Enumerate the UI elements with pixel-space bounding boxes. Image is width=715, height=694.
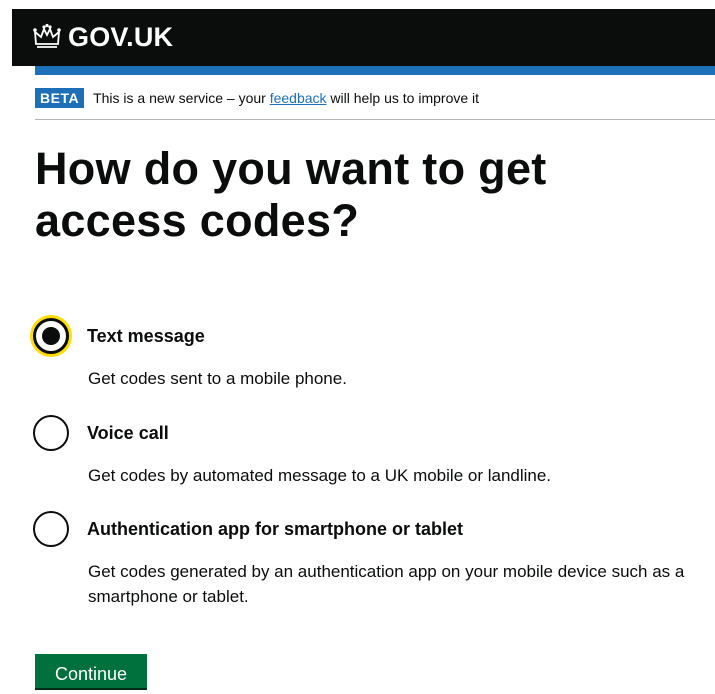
radio-input-text-message[interactable] <box>33 318 69 354</box>
radio-option-voice-call[interactable]: Voice call Get codes by automated messag… <box>33 415 703 488</box>
govuk-logo-link[interactable]: GOV.UK <box>32 21 173 53</box>
page-title: How do you want to get access codes? <box>35 143 547 246</box>
radio-selected-dot <box>42 327 60 345</box>
radio-input-voice-call[interactable] <box>33 415 69 451</box>
radio-row: Text message <box>33 318 703 354</box>
radio-label-voice-call[interactable]: Voice call <box>87 423 169 444</box>
radio-hint-authentication-app: Get codes generated by an authentication… <box>88 562 685 606</box>
radio-hint-text-message: Get codes sent to a mobile phone. <box>88 369 347 388</box>
header-blue-bar <box>35 66 715 75</box>
site-header: GOV.UK <box>12 9 715 66</box>
radio-hint-voice-call: Get codes by automated message to a UK m… <box>88 466 552 485</box>
logo-text: GOV.UK <box>68 22 174 52</box>
feedback-link[interactable]: feedback <box>270 90 327 106</box>
banner-text-after: will help us to improve it <box>330 90 480 106</box>
radio-row: Voice call <box>33 415 703 451</box>
continue-button[interactable]: Continue <box>35 654 147 688</box>
crown-icon <box>33 23 61 48</box>
radio-label-authentication-app[interactable]: Authentication app for smartphone or tab… <box>87 519 463 540</box>
banner-divider <box>35 119 715 120</box>
beta-tag: BETA <box>35 88 85 108</box>
radio-label-text-message[interactable]: Text message <box>87 326 205 347</box>
radio-option-authentication-app[interactable]: Authentication app for smartphone or tab… <box>33 511 703 609</box>
radio-option-text-message[interactable]: Text message Get codes sent to a mobile … <box>33 318 703 391</box>
phase-banner: BETA This is a new service – your feedba… <box>35 88 479 108</box>
radio-input-authentication-app[interactable] <box>33 511 69 547</box>
banner-text-before: This is a new service – your <box>93 90 266 106</box>
radio-row: Authentication app for smartphone or tab… <box>33 511 703 547</box>
